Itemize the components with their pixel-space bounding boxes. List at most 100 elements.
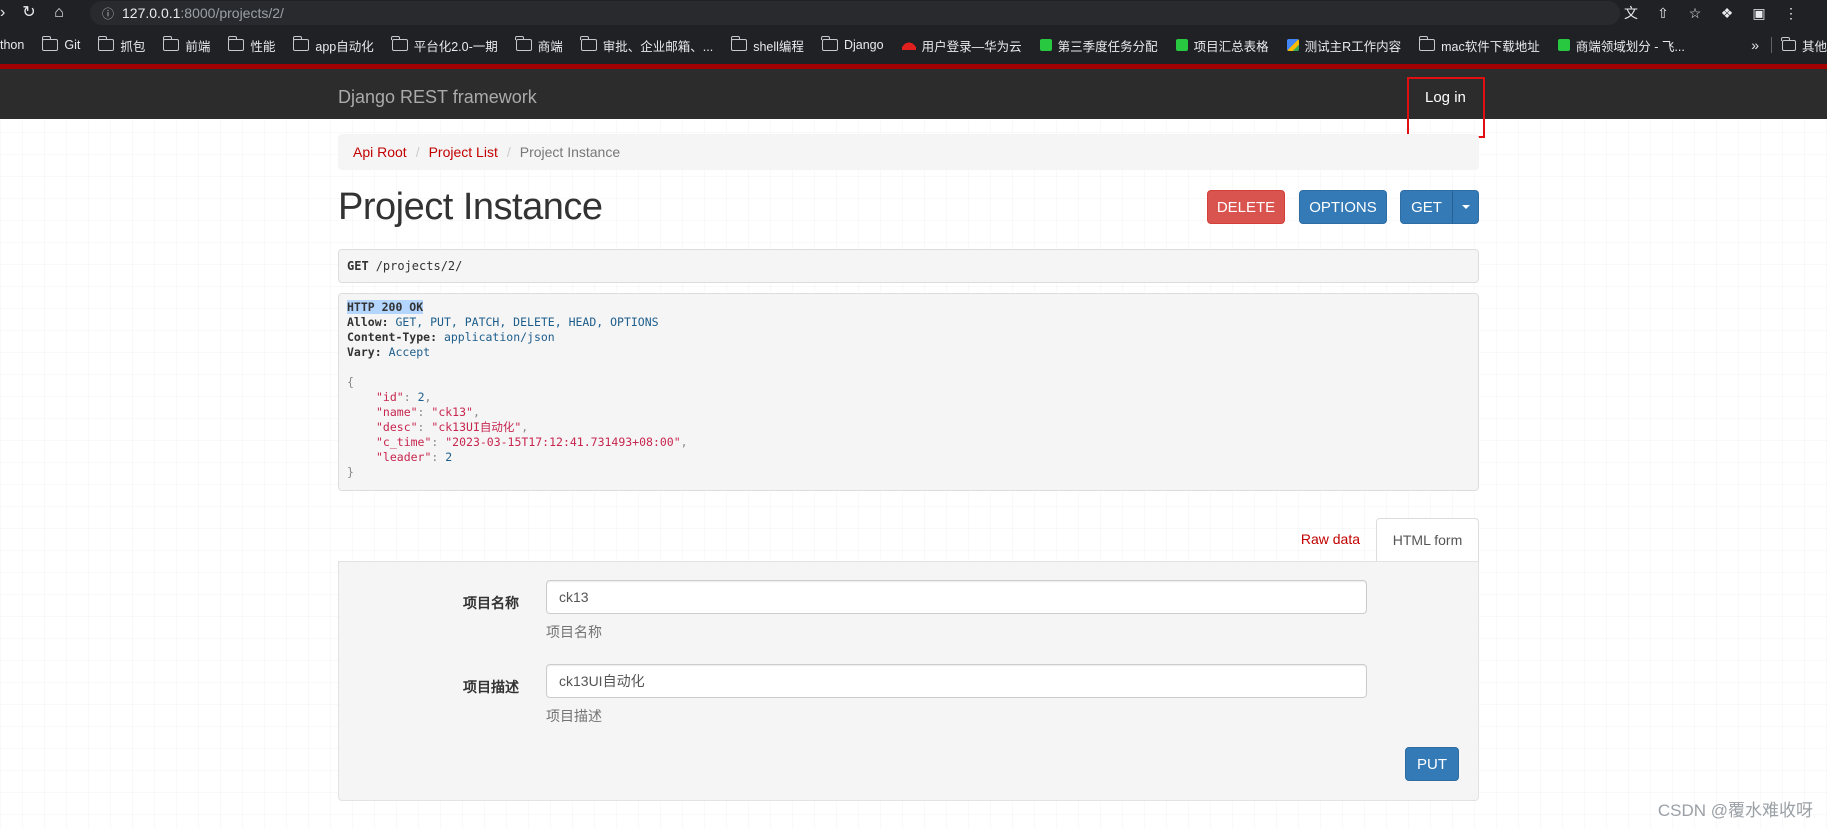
bookmark-item[interactable]: 审批、企业邮箱、... bbox=[580, 36, 713, 55]
project-name-input[interactable] bbox=[546, 580, 1367, 614]
bookmark-item[interactable]: thon bbox=[0, 38, 24, 52]
json-field: "id": 2, bbox=[376, 390, 432, 404]
bookmark-item[interactable]: app自动化 bbox=[292, 36, 374, 55]
bookmark-item[interactable]: 性能 bbox=[227, 36, 276, 55]
bookmark-item[interactable]: 抓包 bbox=[97, 36, 146, 55]
breadcrumb: Api Root / Project List / Project Instan… bbox=[338, 134, 1479, 170]
bookmark-item[interactable]: 第三季度任务分配 bbox=[1039, 36, 1158, 55]
response-info: HTTP 200 OK Allow: GET, PUT, PATCH, DELE… bbox=[338, 293, 1479, 491]
json-key: "name" bbox=[376, 405, 418, 419]
json-field: "name": "ck13", bbox=[376, 405, 480, 419]
folder-icon bbox=[1781, 36, 1796, 51]
project-desc-input[interactable] bbox=[546, 664, 1367, 698]
sheet-icon bbox=[1039, 39, 1052, 51]
bookmark-label: 其他 bbox=[1801, 39, 1827, 54]
project-name-label: 项目名称 bbox=[463, 595, 519, 611]
folder-icon bbox=[162, 36, 180, 51]
json-value: "2023-03-15T17:12:41.731493+08:00" bbox=[445, 435, 681, 449]
navbar: Django REST framework Log in bbox=[0, 64, 1827, 119]
bookmark-item[interactable]: shell编程 bbox=[730, 36, 804, 55]
header-value: application/json bbox=[443, 330, 555, 344]
bookmark-item[interactable]: 平台化2.0-一期 bbox=[391, 36, 498, 55]
breadcrumb-project-list[interactable]: Project List bbox=[429, 144, 498, 160]
response-status: HTTP 200 OK bbox=[347, 300, 424, 314]
doc-icon bbox=[1286, 39, 1299, 51]
project-desc-label: 项目描述 bbox=[463, 679, 519, 695]
json-value: "ck13UI自动化" bbox=[431, 420, 522, 434]
breadcrumb-active: Project Instance bbox=[519, 144, 621, 160]
folder-icon bbox=[292, 36, 310, 51]
address-bar[interactable]: ⓘ 127.0.0.1 :8000/projects/2/ bbox=[90, 1, 1620, 25]
bookmark-label: 第三季度任务分配 bbox=[1057, 39, 1158, 54]
bookmark-label: 项目汇总表格 bbox=[1193, 39, 1269, 54]
menu-icon[interactable]: ⋮ bbox=[1775, 5, 1807, 22]
json-value: 2 bbox=[445, 450, 453, 464]
caret-down-icon bbox=[1461, 205, 1470, 209]
json-field: "c_time": "2023-03-15T17:12:41.731493+08… bbox=[376, 435, 688, 449]
json-key: "id" bbox=[376, 390, 404, 404]
request-info: GET /projects/2/ bbox=[338, 249, 1479, 283]
brand[interactable]: Django REST framework bbox=[338, 87, 537, 108]
folder-icon bbox=[515, 36, 532, 51]
get-button[interactable]: GET bbox=[1400, 190, 1453, 224]
bookmark-label: 前端 bbox=[185, 39, 211, 54]
folder-icon bbox=[41, 36, 59, 51]
bookmark-item[interactable]: 用户登录—华为云 bbox=[901, 36, 1022, 55]
delete-button[interactable]: DELETE bbox=[1207, 190, 1285, 224]
back-arrow-icon[interactable]: › bbox=[0, 0, 14, 26]
tab-raw-data[interactable]: Raw data bbox=[1301, 531, 1360, 547]
header-name: Content-Type: bbox=[347, 330, 438, 344]
page-title: Project Instance bbox=[338, 186, 603, 228]
json-open-brace: { bbox=[347, 375, 354, 389]
folder-icon bbox=[227, 36, 245, 51]
browser-toolbar: › ↻ ⌂ ⓘ 127.0.0.1 :8000/projects/2/ 文 ⇧ … bbox=[0, 0, 1827, 26]
bookmark-label: shell编程 bbox=[753, 39, 804, 54]
folder-icon bbox=[97, 36, 115, 51]
content-tabs: Raw data HTML form bbox=[338, 518, 1479, 562]
request-path: /projects/2/ bbox=[375, 259, 463, 273]
bookmark-label: Django bbox=[843, 38, 884, 52]
json-key: "desc" bbox=[376, 420, 418, 434]
bookmark-label: 抓包 bbox=[120, 39, 146, 54]
sidepanel-icon[interactable]: ▣ bbox=[1743, 5, 1775, 22]
bookmark-item[interactable]: 商端 bbox=[515, 36, 563, 55]
response-header-line: Content-Type: application/json bbox=[347, 330, 1470, 345]
bookmark-label: 商端领域划分 - 飞... bbox=[1575, 39, 1685, 54]
tab-html-form[interactable]: HTML form bbox=[1376, 518, 1479, 562]
header-name: Allow: bbox=[347, 315, 389, 329]
bookmark-other[interactable]: 其他 bbox=[1770, 36, 1827, 55]
bookmarks-bar: thon Git 抓包 前端 性能 app自动化 平台化2.0-一期 商端 审批、企业邮箱、..… bbox=[0, 26, 1827, 64]
folder-icon bbox=[391, 36, 408, 51]
bookmark-label: 测试主R工作内容 bbox=[1304, 39, 1402, 54]
home-icon[interactable]: ⌂ bbox=[44, 0, 74, 26]
translate-icon[interactable]: 文 bbox=[1615, 3, 1647, 23]
url-host: 127.0.0.1 bbox=[122, 5, 181, 21]
share-icon[interactable]: ⇧ bbox=[1647, 5, 1679, 22]
bookmark-item[interactable]: 商端领域划分 - 飞... bbox=[1557, 36, 1685, 55]
site-info-icon[interactable]: ⓘ bbox=[102, 5, 114, 22]
star-icon[interactable]: ☆ bbox=[1679, 5, 1711, 22]
folder-icon bbox=[580, 36, 597, 51]
bookmark-label: thon bbox=[0, 38, 25, 52]
bookmarks-more-button[interactable]: » bbox=[1751, 37, 1759, 53]
bookmark-item[interactable]: mac软件下载地址 bbox=[1418, 36, 1540, 55]
bookmark-label: 平台化2.0-一期 bbox=[413, 39, 498, 54]
breadcrumb-separator: / bbox=[415, 144, 420, 160]
bookmark-item[interactable]: 测试主R工作内容 bbox=[1286, 36, 1402, 55]
bookmark-item[interactable]: Django bbox=[821, 36, 884, 52]
json-field: "leader": 2 bbox=[376, 450, 453, 464]
reload-icon[interactable]: ↻ bbox=[14, 0, 44, 26]
bookmark-item[interactable]: 前端 bbox=[162, 36, 211, 55]
folder-icon bbox=[821, 36, 838, 51]
request-method: GET bbox=[347, 259, 369, 273]
breadcrumb-api-root[interactable]: Api Root bbox=[353, 144, 407, 160]
bookmark-item[interactable]: Git bbox=[41, 36, 80, 52]
bookmark-item[interactable]: 项目汇总表格 bbox=[1175, 36, 1269, 55]
extensions-icon[interactable]: ❖ bbox=[1711, 5, 1743, 22]
json-close-brace: } bbox=[347, 465, 354, 479]
options-button[interactable]: OPTIONS bbox=[1299, 190, 1387, 224]
bookmark-label: 性能 bbox=[250, 39, 276, 54]
get-format-dropdown[interactable] bbox=[1452, 190, 1479, 224]
json-field: "desc": "ck13UI自动化", bbox=[376, 420, 529, 434]
put-button[interactable]: PUT bbox=[1405, 747, 1459, 781]
